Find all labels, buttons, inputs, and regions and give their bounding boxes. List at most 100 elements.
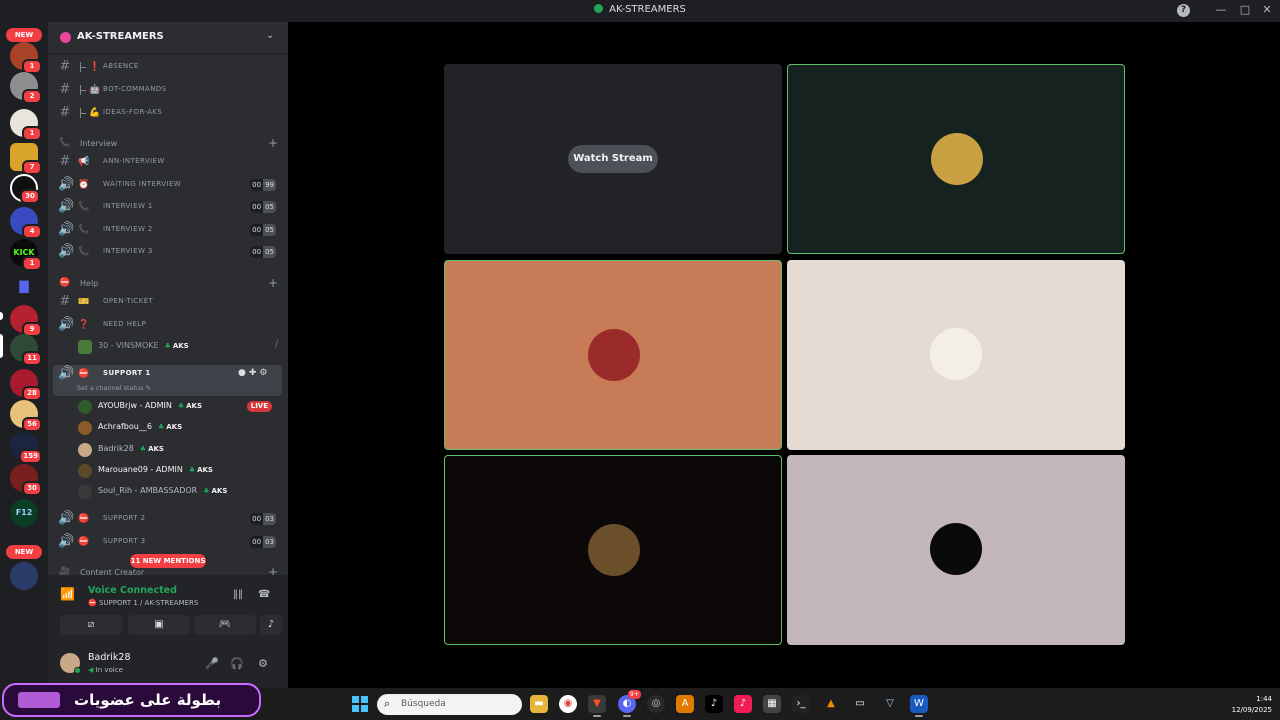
channel-interview-3[interactable]: 🔊 📞 INTERVIEW 3 00 05 xyxy=(56,242,282,262)
minimize-button[interactable]: — xyxy=(1213,3,1229,16)
maximize-button[interactable]: □ xyxy=(1237,3,1253,16)
new-mentions-pill[interactable]: 11 NEW MENTIONS xyxy=(130,554,206,568)
channel-interview-2[interactable]: 🔊 📞 INTERVIEW 2 00 05 xyxy=(56,220,282,240)
new-pill[interactable]: NEW xyxy=(6,28,42,42)
add-channel-icon[interactable]: + xyxy=(268,136,278,150)
brave-icon[interactable]: ▼ xyxy=(588,695,606,717)
chrome-icon[interactable]: ◉ xyxy=(559,695,577,713)
headphones-icon[interactable]: 🎧 xyxy=(230,657,244,670)
file-explorer-icon[interactable]: ▬ xyxy=(530,695,548,713)
voice-user[interactable]: Marouane09 - ADMIN ♣ AKS xyxy=(76,462,282,480)
activities-button[interactable]: 🎮 xyxy=(194,615,256,635)
aks-tag-icon: ♣ xyxy=(164,342,171,350)
voice-connected-panel: 📶 Voice Connected ⛔ SUPPORT 1 / AK-STREA… xyxy=(48,575,288,645)
stream-tile[interactable]: Watch Stream xyxy=(444,64,782,254)
server-avatar[interactable]: 30 xyxy=(10,174,40,204)
phone-icon: 📞 xyxy=(59,138,71,148)
channel-status[interactable]: Set a channel status ✎ xyxy=(77,384,151,392)
disconnect-icon[interactable]: ☎ xyxy=(258,589,270,600)
taskbar-search[interactable]: ⌕ Búsqueda xyxy=(377,694,522,715)
tree-line xyxy=(80,85,87,95)
participant-tile[interactable] xyxy=(787,455,1125,645)
channel-support-2[interactable]: 🔊 ⛔ SUPPORT 2 00 03 xyxy=(56,509,282,529)
server-avatar[interactable] xyxy=(10,562,38,590)
vpn-icon[interactable]: ▽ xyxy=(881,695,899,713)
server-header[interactable]: AK-STREAMERS ⌄ xyxy=(48,22,288,54)
channel-emoji: 📞 xyxy=(78,247,90,257)
server-avatar[interactable]: 9 xyxy=(10,305,42,337)
tiktok-icon[interactable]: ♪ xyxy=(705,695,723,713)
server-avatar[interactable]: 159 xyxy=(10,432,42,464)
word-icon[interactable]: W xyxy=(910,695,928,717)
channel-interview-1[interactable]: 🔊 📞 INTERVIEW 1 00 05 xyxy=(56,197,282,217)
chevron-down-icon[interactable]: ⌄ xyxy=(266,30,274,41)
voice-connected-channel[interactable]: ⛔ SUPPORT 1 / AK-STREAMERS xyxy=(88,599,198,607)
obs-icon[interactable]: ◎ xyxy=(647,695,665,713)
channel-support-3[interactable]: 🔊 ⛔ SUPPORT 3 00 03 xyxy=(56,532,282,552)
kick-server-avatar[interactable]: KICK 1 xyxy=(10,239,42,271)
server-avatar[interactable]: 30 xyxy=(10,464,42,496)
channel-open-ticket[interactable]: # 🎫 OPEN-TICKET xyxy=(56,292,282,312)
windows-start-icon[interactable] xyxy=(352,696,368,712)
channel-ann-interview[interactable]: # 📢 ANN-INTERVIEW xyxy=(56,152,282,172)
camera-off-button[interactable]: ⧄ xyxy=(60,615,122,635)
watch-stream-button[interactable]: Watch Stream xyxy=(568,145,658,173)
microphone-icon[interactable]: 🎤 xyxy=(205,657,219,670)
participant-tile[interactable] xyxy=(444,260,782,450)
channel-need-help[interactable]: 🔊 ❓ NEED HELP xyxy=(56,315,282,335)
participant-tile[interactable] xyxy=(787,260,1125,450)
voice-user[interactable]: Soul_Rih - AMBASSADOR ♣ AKS xyxy=(76,483,282,501)
speaker-icon: 🔊 xyxy=(58,366,75,381)
server-avatar[interactable]: 2 xyxy=(10,72,42,104)
server-avatar[interactable]: 1 xyxy=(10,42,42,74)
server-avatar[interactable]: 4 xyxy=(10,207,42,239)
signal-icon[interactable]: 📶 xyxy=(60,587,75,601)
app-a-icon[interactable]: A xyxy=(676,695,694,713)
new-pill[interactable]: NEW xyxy=(6,545,42,559)
server-avatar[interactable]: 56 xyxy=(10,400,42,432)
vlc-icon[interactable]: ▲ xyxy=(822,695,840,713)
system-clock[interactable]: 1:44 12/09/2025 xyxy=(1222,694,1272,716)
user-limit-count: 00 03 xyxy=(250,536,276,548)
discord-icon[interactable]: ◐ 9+ xyxy=(618,690,641,717)
package-icon[interactable]: ▭ xyxy=(851,695,869,713)
voice-user[interactable]: 30 - VINSMOKE ♣ AKS ⧸ xyxy=(76,338,282,356)
participant-tile[interactable] xyxy=(787,64,1125,254)
speaker-icon: 🔊 xyxy=(58,317,75,332)
participant-tile[interactable] xyxy=(444,455,782,645)
gear-icon[interactable]: ⚙ xyxy=(258,657,268,670)
add-channel-icon[interactable]: + xyxy=(268,276,278,290)
server-avatar-selected[interactable]: 11 xyxy=(10,334,42,366)
tiktok-live-icon[interactable]: ♪ xyxy=(734,695,752,713)
participant-avatar xyxy=(930,523,982,575)
tree-line xyxy=(80,108,87,118)
voice-user[interactable]: AYOUBrjw - ADMIN ♣ AKS LIVE xyxy=(76,398,282,416)
channel-bot-commands[interactable]: # 🤖 BOT-COMMANDS xyxy=(56,80,282,100)
server-avatar[interactable]: 1 xyxy=(10,109,42,141)
category-interview[interactable]: 📞 Interview + xyxy=(58,136,282,152)
close-button[interactable]: ✕ xyxy=(1259,3,1275,16)
noise-suppression-icon[interactable]: ‖‖ xyxy=(233,589,243,600)
no-entry-icon: ⛔ xyxy=(78,369,90,379)
channel-action-icons[interactable]: ●✚⚙ xyxy=(238,368,270,378)
server-avatar[interactable]: 7 xyxy=(10,143,42,175)
soundboard-button[interactable]: ♪ xyxy=(260,615,282,635)
username[interactable]: Badrik28 xyxy=(88,652,131,663)
voice-connected-title[interactable]: Voice Connected xyxy=(88,585,177,596)
f12-server-avatar[interactable]: F12 xyxy=(10,499,38,527)
category-help[interactable]: ⛔ Help + xyxy=(58,276,282,292)
channel-ideas-for-aks[interactable]: # 💪 IDEAS-FOR-AKS xyxy=(56,103,282,123)
channel-name: BOT-COMMANDS xyxy=(103,85,167,93)
folder-icon[interactable]: ▇ xyxy=(10,272,38,300)
channel-waiting-interview[interactable]: 🔊 ⏰ WAITING INTERVIEW 00 99 xyxy=(56,175,282,195)
screen-share-button[interactable]: ▣ xyxy=(128,615,190,635)
voice-user[interactable]: Badrik28 ♣ AKS xyxy=(76,441,282,459)
help-icon[interactable]: ? xyxy=(1177,4,1190,17)
server-avatar[interactable]: 28 xyxy=(10,369,42,401)
chat-icon: ● xyxy=(238,368,249,378)
terminal-icon[interactable]: ›_ xyxy=(792,695,810,713)
channel-absence[interactable]: # ❗ ABSENCE xyxy=(56,57,282,77)
app-window-icon[interactable]: ▦ xyxy=(763,695,781,713)
voice-user[interactable]: Achrafbou__6 ♣ AKS xyxy=(76,419,282,437)
channel-emoji: 🤖 xyxy=(89,85,101,95)
